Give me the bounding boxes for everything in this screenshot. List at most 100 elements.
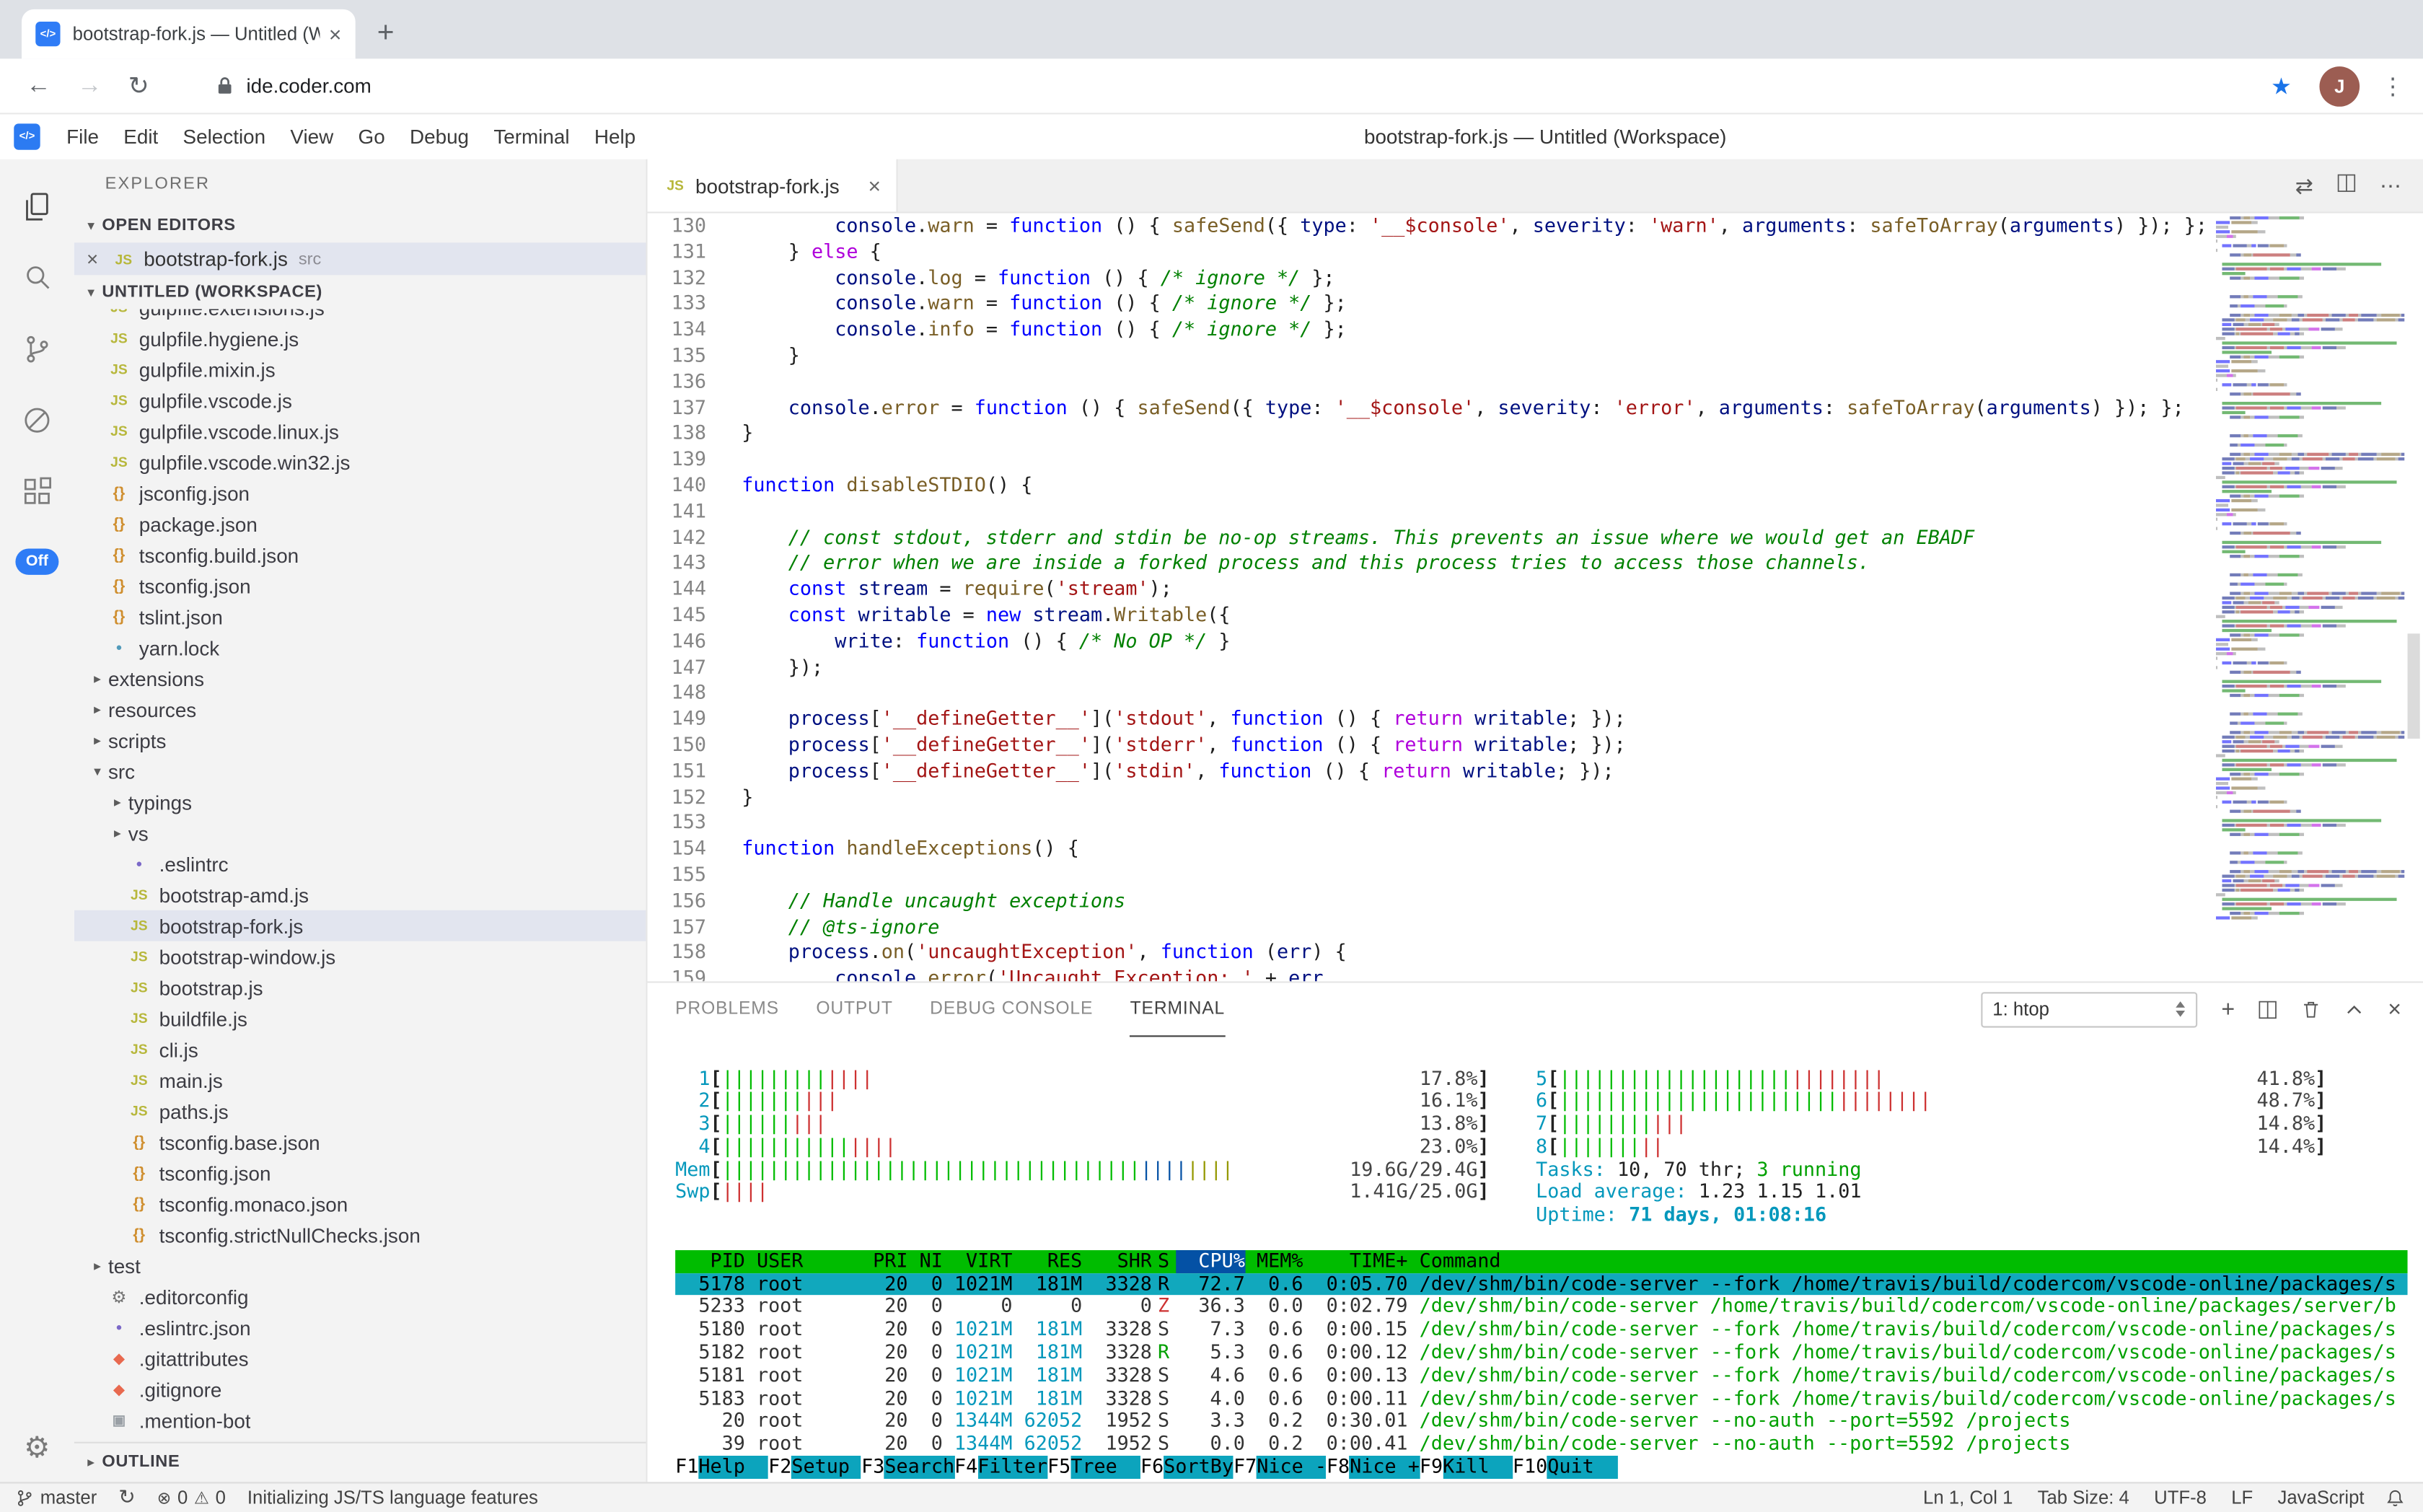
process-row-39[interactable]: 39root2001344M620521952S0.00.20:00.41/de… <box>675 1433 2407 1456</box>
process-row-5181[interactable]: 5181root2001021M181M3328S4.60.60:00.13/d… <box>675 1364 2407 1387</box>
tree-item-tsconfig.strictNullChecks.json[interactable]: {}tsconfig.strictNullChecks.json <box>74 1219 646 1250</box>
tree-item-.gitignore[interactable]: ◆.gitignore <box>74 1373 646 1405</box>
tree-item-gulpfile.mixin.js[interactable]: JSgulpfile.mixin.js <box>74 354 646 385</box>
tree-item-gulpfile.vscode.js[interactable]: JSgulpfile.vscode.js <box>74 384 646 416</box>
fn-key-f3[interactable]: F3 <box>861 1456 884 1479</box>
open-editors-header[interactable]: ▾ OPEN EDITORS <box>74 208 646 242</box>
activity-explorer[interactable] <box>0 172 74 243</box>
tree-item-gulpfile.extensions.js[interactable]: JSgulpfile.extensions.js <box>74 309 646 322</box>
tree-item-tsconfig.base.json[interactable]: {}tsconfig.base.json <box>74 1127 646 1158</box>
kill-terminal-button[interactable] <box>2301 998 2321 1020</box>
process-row-5183[interactable]: 5183root2001021M181M3328S4.00.60:00.11/d… <box>675 1387 2407 1410</box>
activity-search[interactable] <box>0 242 74 314</box>
activity-source-control[interactable] <box>0 314 74 385</box>
process-row-5233[interactable]: 5233root200000Z36.30.00:02.79/dev/shm/bi… <box>675 1296 2407 1319</box>
status-branch[interactable]: master <box>15 1487 97 1508</box>
tree-item-.eslintrc[interactable]: ●.eslintrc <box>74 848 646 879</box>
tree-item-bootstrap-amd.js[interactable]: JSbootstrap-amd.js <box>74 879 646 910</box>
fn-label-quit[interactable]: Quit <box>1547 1456 1617 1479</box>
outline-header[interactable]: ▸ OUTLINE <box>74 1441 646 1482</box>
editor-tab-close-icon[interactable]: × <box>869 173 881 198</box>
tree-item-.gitattributes[interactable]: ◆.gitattributes <box>74 1343 646 1374</box>
tree-item-tsconfig.build.json[interactable]: {}tsconfig.build.json <box>74 540 646 571</box>
tree-item-buildfile.js[interactable]: JSbuildfile.js <box>74 1003 646 1034</box>
panel-tab-debug-console[interactable]: DEBUG CONSOLE <box>930 982 1093 1036</box>
menu-item-selection[interactable]: Selection <box>170 126 278 149</box>
scrollbar-thumb[interactable] <box>2408 633 2420 739</box>
fn-label-filter[interactable]: Filter <box>977 1456 1047 1479</box>
tree-item-cli.js[interactable]: JScli.js <box>74 1034 646 1065</box>
code-lines[interactable]: console.warn = function () { safeSend({ … <box>742 214 2207 981</box>
fn-label-kill[interactable]: Kill <box>1443 1456 1513 1479</box>
menu-item-help[interactable]: Help <box>582 126 648 149</box>
fn-label-help[interactable]: Help <box>698 1456 768 1479</box>
status-message[interactable]: Initializing JS/TS language features <box>247 1487 538 1508</box>
fn-key-f9[interactable]: F9 <box>1420 1456 1443 1479</box>
tree-item-tsconfig.json[interactable]: {}tsconfig.json <box>74 1158 646 1189</box>
fn-key-f5[interactable]: F5 <box>1047 1456 1070 1479</box>
fn-label-tree[interactable]: Tree <box>1070 1456 1140 1479</box>
url-text[interactable]: ide.coder.com <box>246 74 2271 97</box>
tree-item-resources[interactable]: ▸resources <box>74 694 646 725</box>
fn-key-f8[interactable]: F8 <box>1327 1456 1350 1479</box>
tree-item-bootstrap.js[interactable]: JSbootstrap.js <box>74 972 646 1003</box>
fn-label-sortby[interactable]: SortBy <box>1164 1456 1234 1479</box>
avatar[interactable]: J <box>2319 66 2360 106</box>
process-row-5182[interactable]: 5182root2001021M181M3328R5.30.60:00.12/d… <box>675 1342 2407 1365</box>
bookmark-star-icon[interactable]: ★ <box>2271 72 2292 100</box>
tree-item-package.json[interactable]: {}package.json <box>74 509 646 540</box>
tree-item-test[interactable]: ▸test <box>74 1250 646 1281</box>
fn-key-f7[interactable]: F7 <box>1234 1456 1257 1479</box>
status-problems[interactable]: ⊗ 0 ⚠ 0 <box>157 1487 226 1508</box>
tab-close-icon[interactable]: × <box>329 22 342 46</box>
menu-item-terminal[interactable]: Terminal <box>481 126 582 149</box>
forward-button[interactable]: → <box>77 72 102 100</box>
status-right-ln-1-col-1[interactable]: Ln 1, Col 1 <box>1923 1487 2013 1508</box>
fn-key-f10[interactable]: F10 <box>1513 1456 1547 1479</box>
status-right-tab-size-4[interactable]: Tab Size: 4 <box>2038 1487 2129 1508</box>
menu-item-view[interactable]: View <box>278 126 346 149</box>
fn-key-f6[interactable]: F6 <box>1140 1456 1164 1479</box>
settings-gear-icon[interactable]: ⚙ <box>24 1430 50 1466</box>
split-editor-button[interactable] <box>2336 173 2357 198</box>
panel-tab-problems[interactable]: PROBLEMS <box>675 982 779 1036</box>
tree-item-main.js[interactable]: JSmain.js <box>74 1065 646 1096</box>
reload-button[interactable]: ↻ <box>128 70 149 101</box>
app-logo[interactable]: </> <box>14 123 40 149</box>
process-row-5180[interactable]: 5180root2001021M181M3328S7.30.60:00.15/d… <box>675 1319 2407 1342</box>
menu-item-file[interactable]: File <box>54 126 111 149</box>
tree-item-gulpfile.vscode.linux.js[interactable]: JSgulpfile.vscode.linux.js <box>74 416 646 447</box>
new-tab-button[interactable]: + <box>377 17 395 51</box>
tree-item-vs[interactable]: ▸vs <box>74 817 646 848</box>
minimap[interactable] <box>2216 216 2404 980</box>
bell-icon[interactable] <box>2386 1487 2405 1508</box>
tree-item-gulpfile.vscode.win32.js[interactable]: JSgulpfile.vscode.win32.js <box>74 447 646 478</box>
fn-label-search[interactable]: Search <box>884 1456 954 1479</box>
tree-item-tslint.json[interactable]: {}tslint.json <box>74 601 646 632</box>
fn-label-setup[interactable]: Setup <box>791 1456 861 1479</box>
tree-item-jsconfig.json[interactable]: {}jsconfig.json <box>74 478 646 509</box>
tree-item-gulpfile.hygiene.js[interactable]: JSgulpfile.hygiene.js <box>74 323 646 354</box>
process-row-5178[interactable]: 5178root2001021M181M3328R72.70.60:05.70/… <box>675 1273 2407 1296</box>
tree-item-.eslintrc.json[interactable]: ●.eslintrc.json <box>74 1312 646 1343</box>
editor-more-actions[interactable]: ⋯ <box>2380 172 2401 198</box>
tree-item-bootstrap-window.js[interactable]: JSbootstrap-window.js <box>74 941 646 972</box>
fn-label-nice[interactable]: Nice + <box>1350 1456 1420 1479</box>
status-right-lf[interactable]: LF <box>2231 1487 2253 1508</box>
tree-item-src[interactable]: ▾src <box>74 756 646 787</box>
process-row-20[interactable]: 20root2001344M620521952S3.30.20:30.01/de… <box>675 1410 2407 1433</box>
tree-item-yarn.lock[interactable]: ●yarn.lock <box>74 632 646 663</box>
close-editor-icon[interactable]: × <box>87 247 111 271</box>
tree-item-.editorconfig[interactable]: ⚙.editorconfig <box>74 1281 646 1312</box>
tree-item-extensions[interactable]: ▸extensions <box>74 663 646 694</box>
tree-item-scripts[interactable]: ▸scripts <box>74 725 646 756</box>
tree-item-.mention-bot[interactable]: ▣.mention-bot <box>74 1405 646 1436</box>
fn-key-f1[interactable]: F1 <box>675 1456 698 1479</box>
tree-item-paths.js[interactable]: JSpaths.js <box>74 1096 646 1127</box>
menu-item-go[interactable]: Go <box>346 126 397 149</box>
menu-item-debug[interactable]: Debug <box>397 126 481 149</box>
panel-tab-output[interactable]: OUTPUT <box>816 982 892 1036</box>
close-panel-button[interactable]: × <box>2388 996 2401 1022</box>
maximize-panel-button[interactable] <box>2344 999 2365 1019</box>
terminal-selector[interactable]: 1: htop <box>1982 991 2198 1027</box>
